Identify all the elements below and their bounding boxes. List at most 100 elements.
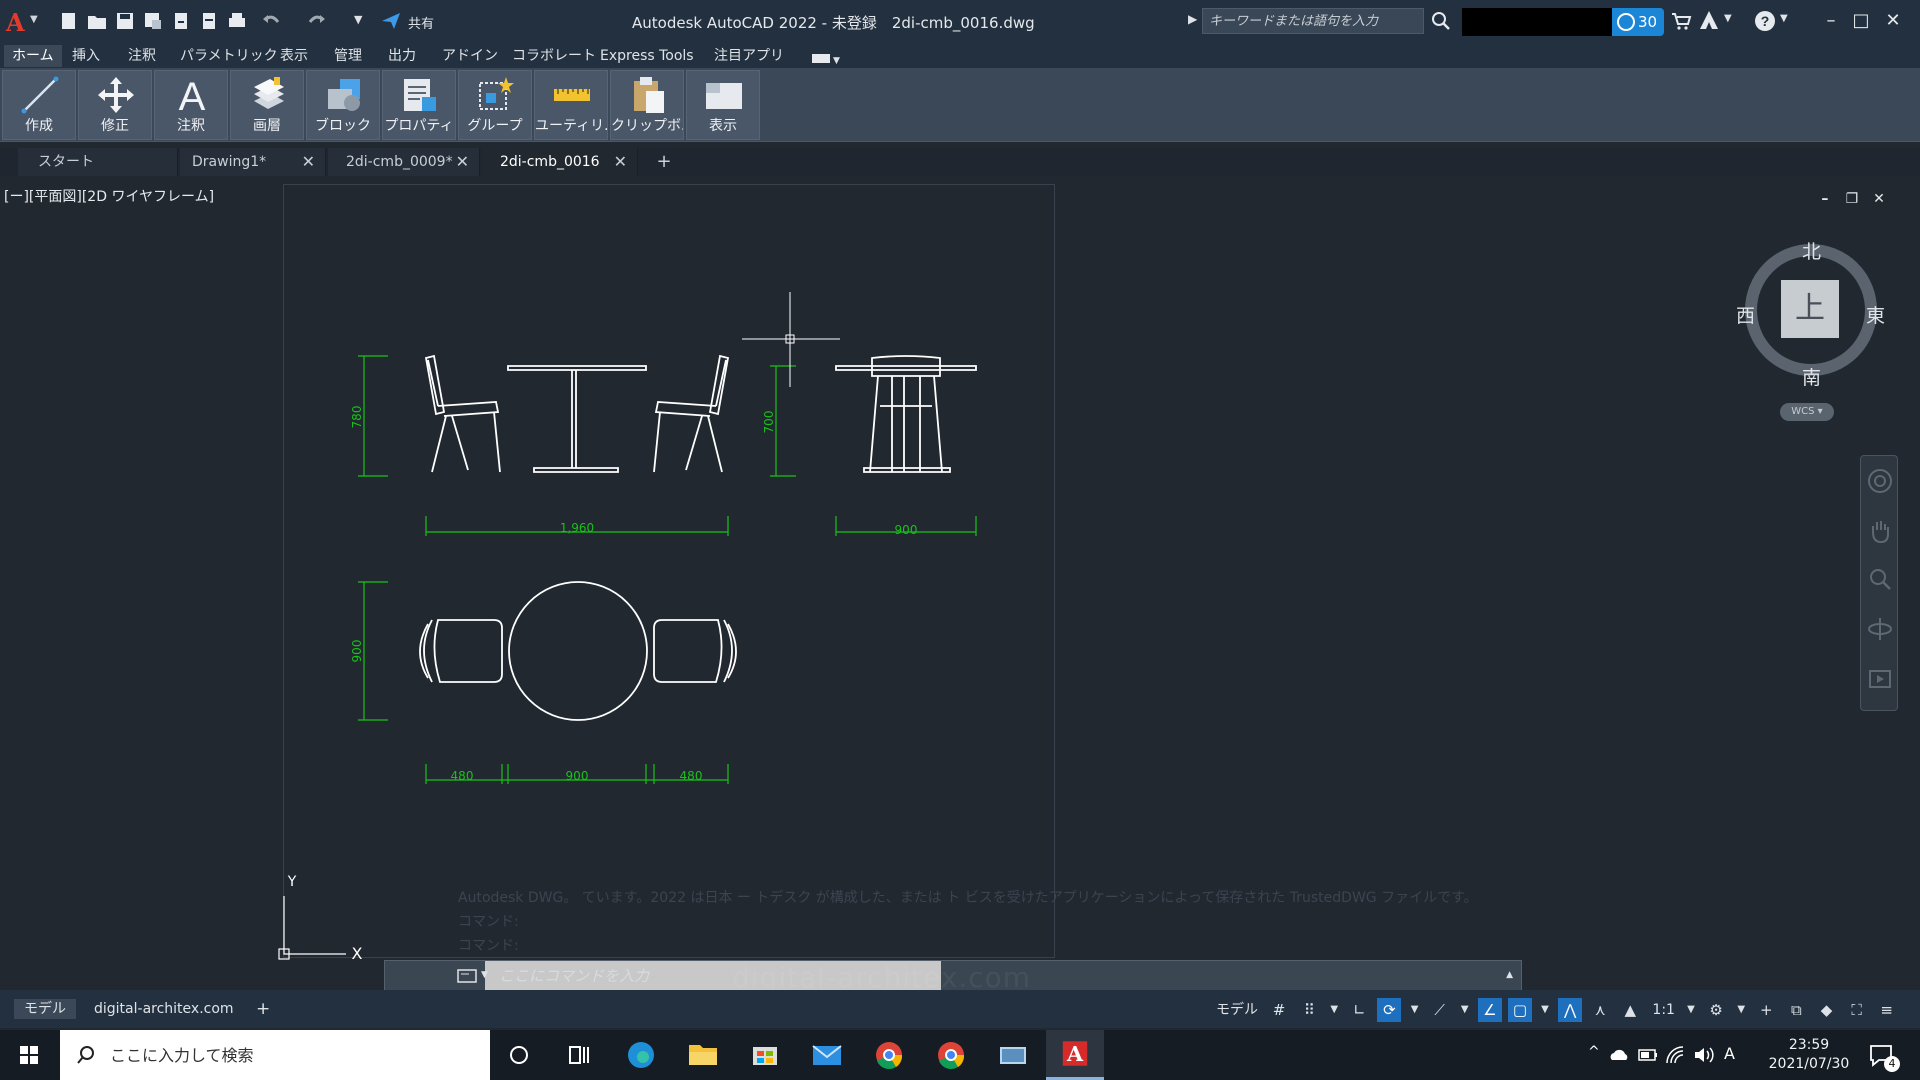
grid-icon[interactable]: # (1267, 998, 1291, 1022)
account-signin-area[interactable] (1462, 8, 1612, 36)
cart-icon[interactable] (1670, 10, 1692, 32)
annotation-monitor-icon[interactable]: + (1754, 998, 1778, 1022)
volume-icon[interactable] (1692, 1044, 1714, 1066)
edge-browser-icon[interactable] (612, 1030, 670, 1080)
snap-chevron-icon[interactable]: ▼ (1327, 998, 1341, 1022)
workspace-chevron-icon[interactable]: ▼ (1734, 998, 1748, 1022)
tab-express-tools[interactable]: Express Tools (592, 45, 702, 67)
tab-featured-apps[interactable]: 注目アプリ (706, 45, 792, 67)
command-history-toggle-icon[interactable]: ▲ (1506, 970, 1513, 980)
onedrive-icon[interactable] (1608, 1045, 1630, 1065)
viewport-restore-button[interactable]: ❐ (1841, 191, 1863, 207)
battery-icon[interactable] (1638, 1046, 1658, 1064)
close-window-button[interactable]: ✕ (1880, 8, 1906, 34)
annotation-panel-button[interactable]: A 注釈 (154, 70, 228, 140)
viewcube-north[interactable]: 北 (1802, 237, 1821, 264)
annotation-scale-icon[interactable]: ▲ (1618, 998, 1642, 1022)
open-folder-icon[interactable] (86, 10, 108, 32)
viewport-minimize-button[interactable]: – (1814, 191, 1836, 207)
modify-panel-button[interactable]: 修正 (78, 70, 152, 140)
trial-days-badge[interactable]: 30 (1612, 8, 1664, 36)
save-as-icon[interactable] (142, 10, 164, 32)
viewcube[interactable]: 北 南 東 西 上 (1736, 235, 1886, 389)
tab-home[interactable]: ホーム (4, 45, 62, 67)
tab-view[interactable]: 表示 (272, 45, 316, 67)
taskbar-search-input[interactable] (110, 1030, 480, 1080)
tab-parametric[interactable]: パラメトリック (172, 45, 286, 67)
polar-chevron-icon[interactable]: ▼ (1408, 998, 1422, 1022)
tab-addins[interactable]: アドイン (434, 45, 506, 67)
isodraft-chevron-icon[interactable]: ▼ (1458, 998, 1472, 1022)
new-tab-button[interactable]: + (654, 148, 674, 176)
help-search-box[interactable] (1202, 8, 1424, 34)
auto-scale-icon[interactable]: ⋏ (1588, 998, 1612, 1022)
close-tab-icon[interactable]: ✕ (302, 148, 315, 176)
mail-icon[interactable] (798, 1030, 856, 1080)
workspace-gear-icon[interactable]: ⚙ (1704, 998, 1728, 1022)
autocad-taskbar-icon[interactable]: A (1046, 1030, 1104, 1080)
annotation-visibility-icon[interactable]: ⋀ (1558, 998, 1583, 1022)
layout-tab-model[interactable]: モデル (14, 999, 76, 1019)
minimize-window-button[interactable]: – (1818, 8, 1844, 34)
properties-panel-button[interactable]: プロパティ (382, 70, 456, 140)
steering-wheel-icon[interactable] (1867, 468, 1893, 494)
search-expand-icon[interactable]: ▶ (1188, 12, 1197, 26)
zoom-extents-icon[interactable] (1867, 566, 1893, 592)
file-tab-2di-cmb-0009[interactable]: 2di-cmb_0009* ✕ (328, 148, 480, 176)
redo-icon[interactable] (306, 10, 328, 32)
recent-commands-icon[interactable] (457, 968, 479, 984)
save-icon[interactable] (114, 10, 136, 32)
file-explorer-icon[interactable] (674, 1030, 732, 1080)
draw-panel-button[interactable]: 作成 (2, 70, 76, 140)
view-panel-button[interactable]: 表示 (686, 70, 760, 140)
tab-collaborate[interactable]: コラボレート (504, 45, 604, 67)
app-menu-button[interactable]: A (6, 8, 28, 37)
tray-overflow-icon[interactable]: ^ (1588, 1044, 1600, 1060)
cortana-icon[interactable] (490, 1030, 548, 1080)
tab-annotate[interactable]: 注釈 (120, 45, 164, 67)
layers-panel-button[interactable]: 画層 (230, 70, 304, 140)
search-icon[interactable] (1430, 10, 1452, 32)
object-snap-chevron-icon[interactable]: ▼ (1538, 998, 1552, 1022)
export-icon[interactable] (198, 10, 220, 32)
polar-tracking-icon[interactable]: ⟳ (1377, 998, 1402, 1022)
recent-commands-chevron-icon[interactable]: ▼ (481, 970, 488, 980)
wifi-icon[interactable] (1664, 1044, 1686, 1066)
layout-tab-digital-architex[interactable]: digital-architex.com (84, 999, 244, 1019)
tab-manage[interactable]: 管理 (326, 45, 370, 67)
viewcube-west[interactable]: 西 (1736, 301, 1755, 328)
task-view-icon[interactable] (550, 1030, 608, 1080)
plot-preview-icon[interactable] (170, 10, 192, 32)
add-layout-button[interactable]: + (246, 999, 280, 1019)
chrome-icon[interactable] (860, 1030, 918, 1080)
tab-insert[interactable]: 挿入 (64, 45, 108, 67)
app-menu-chevron-icon[interactable]: ▼ (30, 14, 38, 25)
pan-hand-icon[interactable] (1867, 518, 1893, 544)
chrome-profile-icon[interactable] (922, 1030, 980, 1080)
viewcube-top-face[interactable]: 上 (1781, 280, 1839, 338)
block-panel-button[interactable]: ブロック (306, 70, 380, 140)
ime-indicator[interactable]: A (1724, 1044, 1735, 1063)
share-icon[interactable] (380, 10, 402, 32)
units-icon[interactable]: ⧉ (1784, 998, 1808, 1022)
orbit-icon[interactable] (1867, 616, 1893, 642)
windows-start-icon[interactable] (0, 1030, 58, 1080)
share-button[interactable]: 共有 (408, 13, 434, 32)
showmotion-icon[interactable] (1867, 666, 1893, 692)
groups-panel-button[interactable]: グループ (458, 70, 532, 140)
quick-properties-icon[interactable]: ◆ (1815, 998, 1839, 1022)
file-tab-2di-cmb-0016[interactable]: 2di-cmb_0016 ✕ (482, 148, 638, 176)
scale-chevron-icon[interactable]: ▼ (1684, 998, 1698, 1022)
microsoft-store-icon[interactable] (736, 1030, 794, 1080)
file-tab-start[interactable]: スタート (18, 148, 178, 176)
customization-menu-icon[interactable]: ≡ (1875, 998, 1899, 1022)
new-file-icon[interactable] (58, 10, 80, 32)
model-space-toggle[interactable]: モデル (1212, 998, 1262, 1022)
object-snap-tracking-icon[interactable]: ∠ (1477, 998, 1502, 1022)
tab-output[interactable]: 出力 (380, 45, 424, 67)
isodraft-icon[interactable]: ⟋ (1428, 998, 1452, 1022)
taskbar-clock[interactable]: 23:59 2021/07/30 (1766, 1036, 1852, 1074)
system-app-icon[interactable] (984, 1030, 1042, 1080)
account-chevron-icon[interactable]: ▼ (1724, 13, 1732, 24)
object-snap-icon[interactable]: ▢ (1507, 998, 1532, 1022)
